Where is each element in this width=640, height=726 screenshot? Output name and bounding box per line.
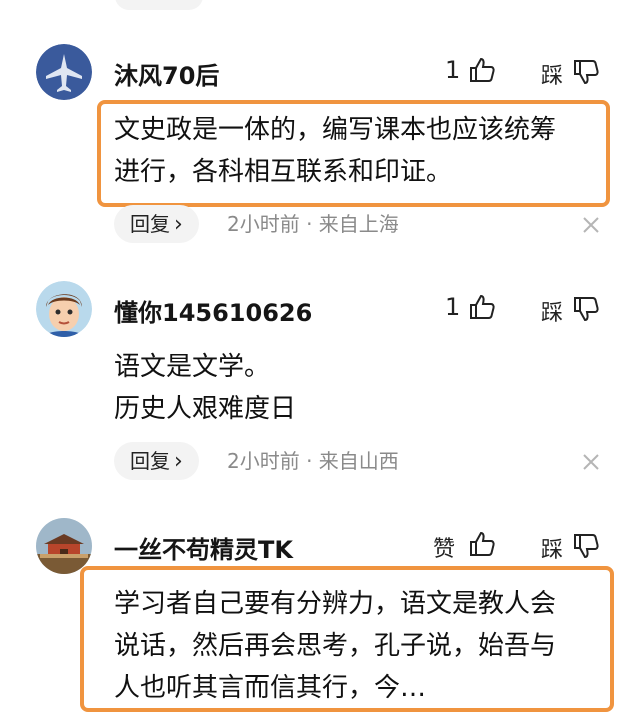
reply-label: 回复 [130,212,170,236]
reply-button[interactable]: 回复 › [114,205,199,243]
cartoon-face-avatar-icon [36,281,92,337]
avatar[interactable] [36,281,92,337]
avatar[interactable] [36,44,92,100]
avatar[interactable] [36,518,92,574]
reply-button[interactable]: 回复 › [114,442,199,480]
close-icon[interactable] [580,214,602,236]
close-icon[interactable] [580,451,602,473]
thumbs-up-icon[interactable] [468,56,496,84]
dislike-label: 踩 [541,301,564,326]
comment-meta: 2小时前 · 来自上海 [227,212,399,236]
thumbs-down-icon[interactable] [572,58,600,86]
thumbs-up-icon[interactable] [468,530,496,558]
chevron-right-icon: › [174,212,183,237]
username[interactable]: 沐风70后 [114,56,219,91]
thumbs-down-icon[interactable] [572,532,600,560]
comment-body-line: 说话，然后再会思考，孔子说，始吾与 [114,631,557,661]
dislike-label: 踩 [541,64,564,89]
jet-avatar-icon [36,44,92,100]
comment-body-line: 文史政是一体的，编写课本也应该统筹 [114,115,557,145]
comment-meta: 2小时前 · 来自山西 [227,449,399,473]
comment-body-line: 语文是文学。 [114,352,271,382]
thumbs-up-icon[interactable] [468,293,496,321]
username[interactable]: 一丝不苟精灵TK [114,530,293,565]
previous-reply-button-stub[interactable] [115,0,203,10]
like-count: 1 [445,293,461,321]
comment-body-line: 进行，各科相互联系和印证。 [114,157,453,187]
dislike-label: 踩 [541,538,564,563]
comment-body-line: 学习者自己要有分辨力，语文是教人会 [114,589,557,619]
chevron-right-icon: › [174,449,183,474]
comment-body-line: 人也听其言而信其行，今… [114,673,427,703]
thumbs-down-icon[interactable] [572,295,600,323]
palace-avatar-icon [36,518,92,574]
username[interactable]: 懂你145610626 [114,293,312,328]
comment-body-line: 历史人艰难度日 [114,394,297,424]
like-count: 1 [445,56,461,84]
reply-label: 回复 [130,449,170,473]
like-label: 赞 [433,537,456,562]
